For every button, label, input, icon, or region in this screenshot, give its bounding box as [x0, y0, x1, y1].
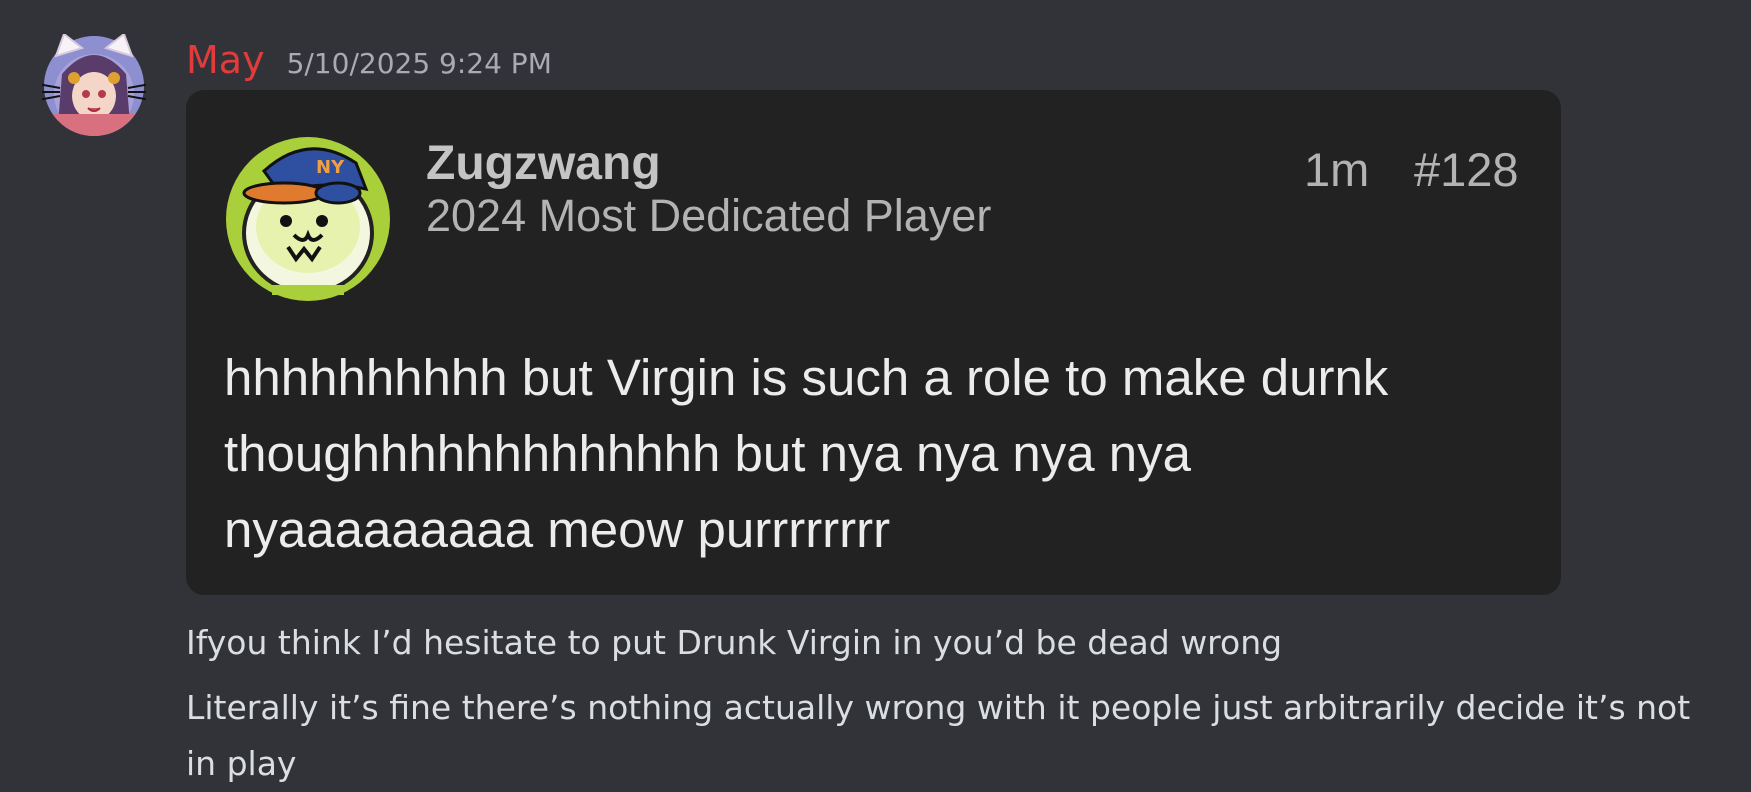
message-text: Literally it’s fine there’s nothing actu…: [186, 688, 1691, 727]
message-header: May 5/10/2025 9:24 PM: [186, 36, 552, 84]
post-author-title: 2024 Most Dedicated Player: [426, 190, 992, 241]
post-body: hhhhhhhhhh but Virgin is such a role to …: [224, 340, 1534, 568]
message-timestamp[interactable]: 5/10/2025 9:24 PM: [287, 40, 552, 88]
post-number: #128: [1414, 143, 1519, 196]
user-avatar[interactable]: [42, 34, 146, 138]
post-author-avatar: NY: [224, 135, 392, 303]
anime-catgirl-avatar-icon: [42, 34, 146, 136]
message-text: in play: [186, 744, 297, 783]
image-attachment[interactable]: NY Zugzwang 2024 Most Dedicated Player 1…: [186, 90, 1561, 595]
message-text: Ifyou think I’d hesitate to put Drunk Vi…: [186, 623, 1283, 662]
post-body-line: hhhhhhhhhh but Virgin is such a role to …: [224, 349, 1389, 406]
cat-with-cap-avatar-icon: NY: [226, 137, 390, 301]
svg-text:NY: NY: [316, 157, 345, 178]
post-body-line: thoughhhhhhhhhhhhh but nya nya nya nya: [224, 425, 1192, 482]
post-time-ago: 1m: [1304, 143, 1370, 196]
chat-message: May 5/10/2025 9:24 PM NY Zugzwang 2024 M…: [0, 0, 1751, 789]
post-author-name: Zugzwang: [426, 137, 661, 190]
author-name[interactable]: May: [186, 36, 265, 84]
post-body-line: nyaaaaaaaaa meow purrrrrrrr: [224, 501, 891, 558]
